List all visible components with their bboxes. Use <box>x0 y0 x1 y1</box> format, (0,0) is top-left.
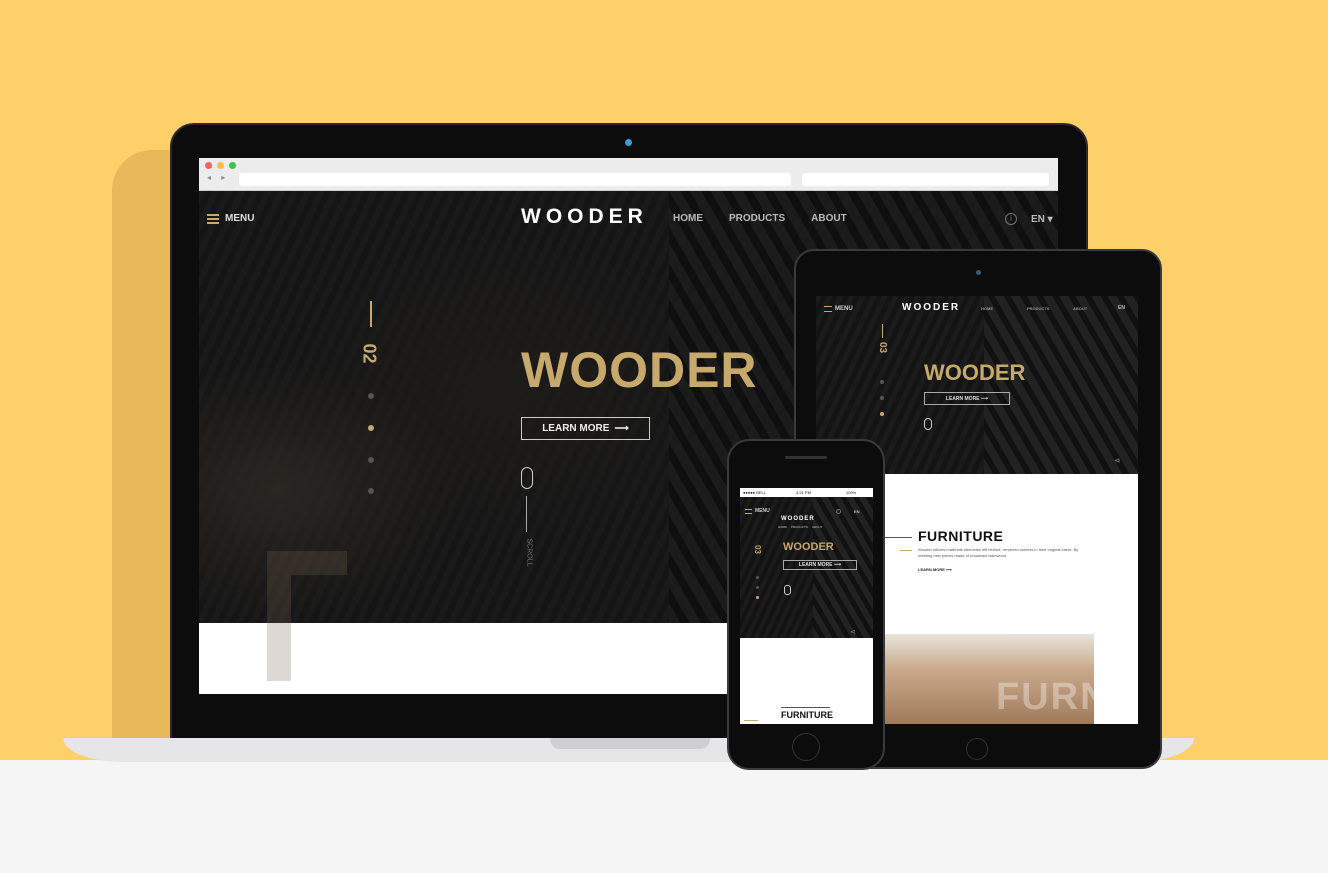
tablet-logo[interactable]: WOODER <box>902 302 960 313</box>
laptop-notch <box>550 738 710 749</box>
tablet-home-button[interactable] <box>966 738 988 760</box>
tablet-nav-about[interactable]: ABOUT <box>1073 306 1119 311</box>
tablet-slide-line <box>882 324 883 338</box>
slide-dot[interactable] <box>880 396 884 400</box>
slide-dot[interactable] <box>756 576 759 579</box>
floor <box>0 760 1328 873</box>
carrier-label: ●●●●● BELL <box>743 490 766 495</box>
arrow-right-icon: ⟶ <box>614 423 629 434</box>
tablet-section-title: FURNITURE <box>918 528 1004 544</box>
hamburger-icon <box>824 306 832 312</box>
battery-label: 100% <box>846 490 857 495</box>
mouse-icon <box>521 467 533 489</box>
back-forward-icon[interactable]: ◂ ▸ <box>207 173 229 182</box>
tablet-section-link[interactable]: LEARN MORE ⟶ <box>918 567 952 572</box>
menu-label: MENU <box>225 213 255 224</box>
tablet-learn-more-button[interactable]: LEARN MORE ⟶ <box>924 392 1010 405</box>
slide-dot-active[interactable] <box>368 425 374 431</box>
tablet-section-text: Wooder utilizes materials otherwise left… <box>918 547 1079 558</box>
slide-number: 02 <box>359 343 380 364</box>
slide-dot[interactable] <box>368 488 374 494</box>
slide-dot-active[interactable] <box>756 596 759 599</box>
section-rule <box>781 707 830 708</box>
phone-learn-more-button[interactable]: LEARN MORE ⟶ <box>783 560 857 570</box>
tablet-nav-home[interactable]: HOME <box>981 306 1027 311</box>
phone-speaker <box>785 456 827 459</box>
phone-section-title: FURNITURE <box>781 710 833 720</box>
scroll-label[interactable]: SCROLL <box>526 538 533 566</box>
browser-search-bar[interactable] <box>802 173 1049 186</box>
slide-dot[interactable] <box>368 457 374 463</box>
phone-nav-home[interactable]: HOME <box>778 525 787 529</box>
phone-menu-label: MENU <box>755 508 770 514</box>
nav-about[interactable]: ABOUT <box>811 213 847 224</box>
share-icon[interactable]: ⋖ <box>1114 456 1121 465</box>
tablet-camera <box>976 270 981 275</box>
phone-nav: HOME PRODUCTS ABOUT <box>778 525 823 529</box>
menu-button[interactable]: MENU <box>207 213 254 224</box>
nav-home[interactable]: HOME <box>673 213 703 224</box>
learn-more-label: LEARN MORE <box>542 423 610 434</box>
slide-dot[interactable] <box>880 380 884 384</box>
phone-logo[interactable]: WOODER <box>781 516 815 522</box>
browser-toolbar: ◂ ▸ <box>199 158 1058 191</box>
logo[interactable]: WOODER <box>521 205 648 229</box>
maximize-dot-icon[interactable] <box>229 162 236 169</box>
share-icon[interactable]: ⋖ <box>850 628 856 636</box>
nav-products[interactable]: PRODUCTS <box>729 213 785 224</box>
watermark-letter <box>267 551 347 681</box>
tablet-slide-number: 03 <box>877 341 889 354</box>
tablet-nav-products[interactable]: PRODUCTS <box>1027 306 1073 311</box>
tablet-learn-more-label: LEARN MORE <box>945 395 980 402</box>
slide-dot[interactable] <box>368 393 374 399</box>
phone-slide-number: 03 <box>752 545 762 554</box>
address-bar[interactable] <box>239 173 791 186</box>
gold-rule <box>900 550 912 551</box>
tablet-menu-label: MENU <box>835 306 853 312</box>
phone-home-button[interactable] <box>792 733 820 761</box>
phone-menu-button[interactable]: MENU <box>745 508 770 514</box>
hero-title: WOODER <box>521 342 758 398</box>
status-bar: ●●●●● BELL 4:21 PM 100% <box>740 488 873 497</box>
status-time: 4:21 PM <box>796 490 811 495</box>
language-select[interactable]: EN ▾ <box>1031 214 1053 225</box>
slide-dot-active[interactable] <box>880 412 884 416</box>
hamburger-icon <box>745 508 752 514</box>
tablet-menu-button[interactable]: MENU <box>824 306 853 312</box>
slide-dot[interactable] <box>756 586 759 589</box>
slide-indicator-line <box>370 301 372 327</box>
learn-more-button[interactable]: LEARN MORE ⟶ <box>521 417 650 440</box>
tablet-nav: HOME PRODUCTS ABOUT <box>981 306 1119 311</box>
laptop-camera <box>625 139 632 146</box>
gold-rule <box>744 720 758 721</box>
mouse-icon <box>924 418 932 430</box>
phone-language-select[interactable]: EN <box>854 509 860 514</box>
tablet-language-select[interactable]: EN <box>1118 305 1125 311</box>
info-icon[interactable]: i <box>1005 213 1017 225</box>
scroll-line <box>526 496 527 532</box>
minimize-dot-icon[interactable] <box>217 162 224 169</box>
photo-overlay-text: FURNIT <box>996 676 1138 718</box>
info-icon[interactable] <box>836 509 841 514</box>
phone-nav-products[interactable]: PRODUCTS <box>791 525 808 529</box>
close-dot-icon[interactable] <box>205 162 212 169</box>
phone-learn-more-label: LEARN MORE <box>798 562 833 568</box>
hamburger-icon <box>207 213 219 224</box>
tablet-hero-title: WOODER <box>924 360 1026 385</box>
phone-hero-title: WOODER <box>783 541 834 553</box>
phone-nav-about[interactable]: ABOUT <box>812 525 823 529</box>
main-nav: HOME PRODUCTS ABOUT <box>673 213 847 224</box>
mouse-icon <box>784 585 791 595</box>
phone-screen: ●●●●● BELL 4:21 PM 100% MENU EN WOODER H… <box>740 488 873 724</box>
